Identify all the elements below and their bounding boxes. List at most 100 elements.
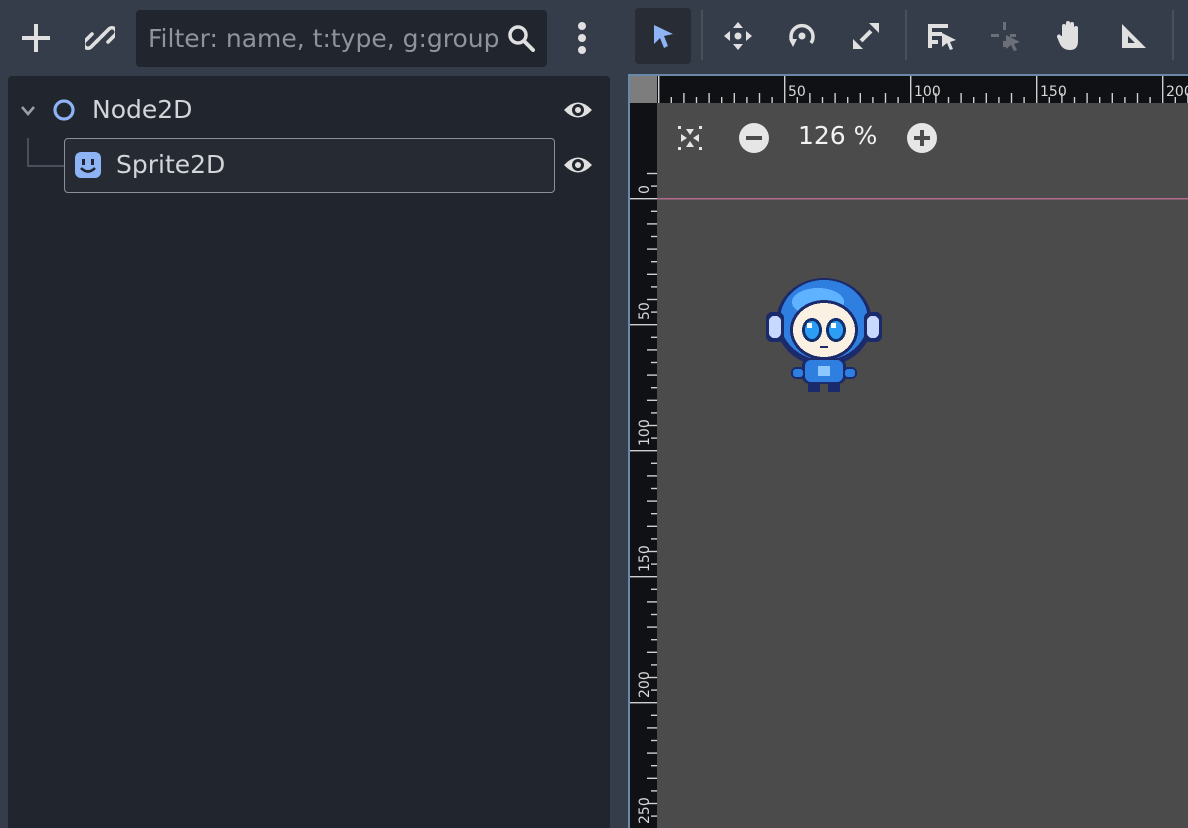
ruler-tick (947, 97, 950, 103)
ruler-tick (771, 97, 773, 103)
ruler-tick (630, 324, 657, 326)
ruler-tick (651, 336, 657, 338)
ruler-tick (1124, 97, 1126, 103)
ruler-tick (1073, 97, 1076, 103)
ruler-tick (651, 387, 657, 389)
plus-icon (22, 24, 50, 52)
ruler-tick (647, 349, 657, 351)
ruler-tick (647, 298, 657, 301)
cursor-arrow-icon (654, 25, 673, 48)
ruler-tick (821, 97, 824, 103)
scene-dock-toolbar (0, 0, 618, 70)
pivot-icon (991, 22, 1020, 51)
ruler-v-label: 200 (637, 671, 653, 698)
ruler-tick (1111, 93, 1113, 103)
ruler-tick (658, 76, 660, 103)
rotate-icon (789, 23, 815, 47)
list-select-mode-button[interactable] (914, 8, 970, 64)
ruler-tick (1036, 76, 1038, 103)
ruler-tick (1023, 97, 1025, 103)
visibility-eye-icon[interactable] (563, 97, 593, 127)
scale-icon (853, 23, 879, 49)
sprite2d-icon (74, 151, 102, 183)
pan-mode-button[interactable] (1042, 8, 1098, 64)
toolbar-divider (905, 10, 907, 60)
ruler-tick (651, 538, 657, 540)
chevron-down-icon[interactable] (20, 102, 36, 121)
ruler-tick (647, 374, 657, 376)
tree-item-label: Node2D (92, 95, 193, 124)
ruler-v-label: 50 (637, 302, 653, 320)
ruler-tick (784, 76, 786, 103)
ruler-tick (647, 273, 657, 275)
viewport-canvas[interactable]: 50 100 150 200 0 50 100 150 200 250 (628, 74, 1188, 828)
ruler-tick (998, 97, 1000, 103)
instance-scene-button[interactable] (78, 16, 122, 60)
ruler-tick (647, 475, 657, 477)
ruler-tick (651, 765, 657, 767)
pivot-mode-button[interactable] (978, 8, 1034, 64)
select-mode-button[interactable] (635, 8, 691, 64)
ruler-tick (960, 93, 962, 103)
tree-item-sprite2d[interactable]: Sprite2D (64, 138, 555, 193)
scene-menu-button[interactable] (560, 16, 604, 60)
ruler-tick (651, 210, 657, 212)
rotate-mode-button[interactable] (774, 8, 830, 64)
ruler-tick (651, 487, 657, 490)
ruler-tick (683, 93, 685, 103)
zoom-out-button[interactable] (734, 118, 774, 158)
ruler-tick (708, 93, 710, 103)
ruler-tick (647, 752, 657, 754)
ruler-h-label: 150 (1040, 84, 1067, 100)
x-axis-line (657, 198, 1188, 200)
ruler-tick (973, 97, 975, 103)
node2d-icon (52, 98, 76, 126)
sprite2d-character[interactable] (762, 272, 886, 396)
ruler-tick (651, 664, 657, 666)
zoom-level-label[interactable]: 126 % (798, 121, 877, 150)
ruler-tick (647, 223, 657, 225)
move-arrows-icon (724, 22, 752, 50)
link-icon (85, 25, 115, 51)
ruler-tick (1086, 93, 1088, 103)
scene-filter-input[interactable] (148, 19, 498, 57)
toolbar-divider (1172, 10, 1174, 60)
ruler-v-label: 100 (637, 419, 653, 446)
ruler-tick (1099, 97, 1101, 103)
ruler-tick (670, 97, 672, 103)
tree-item-node2d[interactable]: Node2D (8, 84, 610, 138)
ruler-tick (651, 361, 657, 364)
ruler-tick (721, 97, 723, 103)
ruler-h-label: 100 (914, 84, 941, 100)
ruler: 50 100 150 200 0 50 100 150 200 250 (630, 76, 1188, 828)
ruler-tick (651, 412, 657, 414)
visibility-eye-icon[interactable] (563, 152, 593, 182)
center-zoom-icon (678, 126, 702, 150)
ruler-tick (647, 777, 657, 779)
ruler-tick (910, 76, 912, 103)
ruler-tick (859, 93, 861, 103)
ruler-v-label: 250 (637, 797, 653, 824)
ruler-tick (651, 235, 657, 238)
zoom-minus-icon (739, 123, 769, 153)
scale-mode-button[interactable] (838, 8, 894, 64)
ruler-tick (630, 702, 657, 704)
add-node-button[interactable] (14, 16, 58, 60)
search-icon[interactable] (507, 24, 535, 56)
zoom-plus-icon (907, 123, 937, 153)
zoom-in-button[interactable] (902, 118, 942, 158)
ruler-tick (1136, 93, 1139, 103)
tree-guide-line (27, 138, 29, 166)
move-mode-button[interactable] (710, 8, 766, 64)
ruler-tick (651, 286, 657, 288)
ruler-tick (1149, 97, 1151, 103)
hand-icon (1056, 21, 1078, 50)
ruler-mode-button[interactable] (1106, 8, 1162, 64)
zoom-reset-button[interactable] (670, 118, 710, 158)
ruler-tick (651, 739, 657, 742)
ruler-tick (647, 500, 657, 502)
ruler-tick (647, 172, 657, 175)
ruler-tick (647, 525, 657, 527)
ruler-tick (834, 93, 836, 103)
list-select-icon (928, 24, 956, 50)
